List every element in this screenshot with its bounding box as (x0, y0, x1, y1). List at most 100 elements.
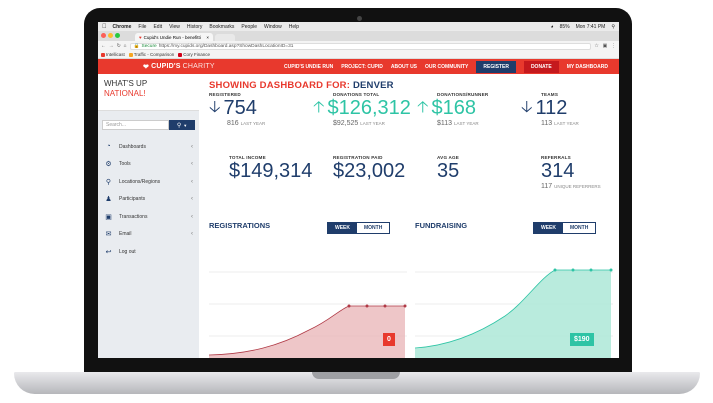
stat-prev: $113 (437, 120, 453, 127)
data-point (571, 268, 575, 272)
menu-help[interactable]: Help (289, 24, 299, 30)
stat-value: 112 (535, 97, 568, 119)
laptop-notch (312, 372, 400, 379)
envelope-icon: ✉ (105, 231, 112, 239)
nav-my-dashboard[interactable]: MY DASHBOARD (567, 64, 608, 70)
sidebar-item-label: Dashboards (119, 143, 146, 150)
address-bar[interactable]: 🔒 Secure https://my.cupids.org/Dashboard… (129, 42, 592, 50)
data-point (609, 268, 613, 272)
bookmark-cory-finance[interactable]: Cory Finance (178, 52, 210, 57)
menu-history[interactable]: History (187, 24, 203, 30)
chevron-left-icon: ‹ (191, 161, 193, 168)
sidebar-heading-line1: WHAT'S UP (104, 79, 148, 88)
sidebar-header: WHAT'S UP NATIONAL! (98, 74, 199, 111)
logo-light: CHARITY (182, 63, 215, 70)
zoom-window-icon[interactable] (115, 33, 120, 38)
apple-icon[interactable]:  (102, 24, 107, 30)
search-input[interactable]: Search... (102, 120, 169, 130)
browser-tab[interactable]: ♥ Cupid's Undie Run - benefitti × (135, 33, 213, 41)
home-icon[interactable]: ⌂ (124, 44, 127, 49)
nav-undie-run[interactable]: CUPID'S UNDIE RUN (284, 64, 333, 70)
stat-prev-label: LAST YEAR (240, 121, 266, 126)
battery-level[interactable]: 85% (560, 24, 570, 30)
reload-icon[interactable]: ↻ (117, 44, 121, 49)
menu-window[interactable]: Window (264, 24, 282, 30)
registrations-chart (209, 271, 407, 358)
nav-about-us[interactable]: ABOUT US (391, 64, 417, 70)
chevron-left-icon: ‹ (191, 196, 193, 203)
sidebar-heading-line2: NATIONAL! (104, 88, 146, 98)
data-point (347, 304, 351, 308)
sidebar-item-participants[interactable]: ♟ Participants ‹ (98, 191, 199, 209)
secure-label: Secure (141, 43, 157, 49)
sidebar-item-logout[interactable]: ↩ Log out (98, 243, 199, 261)
menu-file[interactable]: File (138, 24, 146, 30)
donate-button[interactable]: DONATE (523, 60, 559, 73)
register-button[interactable]: REGISTER (476, 60, 516, 73)
close-window-icon[interactable] (101, 33, 106, 38)
page-content: WHAT'S UP NATIONAL! Search... ⚲ ▼ ◔ Dash… (98, 74, 619, 358)
menu-edit[interactable]: Edit (153, 24, 162, 30)
registrations-badge: 0 (383, 333, 395, 346)
nav-project-cupid[interactable]: PROJECT: CUPID (341, 64, 383, 70)
month-button[interactable]: MONTH (563, 223, 596, 233)
bookmark-icon (101, 52, 105, 57)
referrers-count: 117 (541, 183, 553, 190)
search-button[interactable]: ⚲ ▼ (169, 120, 195, 130)
week-button[interactable]: WEEK (534, 223, 563, 233)
stat-prev: $92,525 (333, 120, 359, 127)
dashboard-main: SHOWING DASHBOARD FOR: DENVER REGISTERED… (199, 74, 619, 358)
sidebar-item-transactions[interactable]: ▣ Transactions ‹ (98, 208, 199, 226)
back-icon[interactable]: ← (101, 44, 106, 49)
menu-dots-icon[interactable]: ⋮ (611, 44, 616, 49)
logout-icon: ↩ (105, 248, 112, 256)
new-tab-button[interactable] (215, 34, 235, 41)
spotlight-icon[interactable]: ⚲ (611, 24, 615, 30)
bookmark-traffic[interactable]: Traffic - Comparison (128, 52, 174, 57)
month-button[interactable]: MONTH (357, 223, 390, 233)
chevron-left-icon: ‹ (191, 143, 193, 150)
registrations-area (209, 306, 405, 358)
stat-value: 314 (541, 160, 575, 182)
arrow-up-icon: 🡡 (313, 99, 325, 116)
stat-value: 754 (223, 97, 257, 119)
stat-prev: 113 (541, 120, 553, 127)
sidebar: WHAT'S UP NATIONAL! Search... ⚲ ▼ ◔ Dash… (98, 74, 199, 358)
sidebar-item-label: Locations/Regions (119, 178, 161, 185)
menu-app-name[interactable]: Chrome (113, 24, 132, 30)
stat-avg-age: AVG AGE 35 (437, 155, 459, 181)
menu-people[interactable]: People (241, 24, 257, 30)
sidebar-item-dashboards[interactable]: ◔ Dashboards ‹ (98, 138, 199, 156)
stat-prev-label: LAST YEAR (454, 121, 479, 126)
stat-value: 35 (437, 160, 460, 182)
favicon-icon: ♥ (139, 34, 142, 40)
stat-prev-label: LAST YEAR (554, 121, 579, 126)
menu-bookmarks[interactable]: Bookmarks (209, 24, 234, 30)
menu-view[interactable]: View (169, 24, 180, 30)
wifi-icon[interactable]: ◕ (551, 24, 554, 30)
close-tab-icon[interactable]: × (206, 35, 209, 40)
camera-dot (357, 16, 362, 21)
bookmark-label: Intellicast (106, 52, 125, 57)
url-text[interactable]: https://my.cupids.org/Dashboard.asp?Show… (159, 44, 294, 49)
minimize-window-icon[interactable] (108, 33, 113, 38)
bookmark-intellicast[interactable]: Intellicast (101, 52, 125, 57)
forward-icon[interactable]: → (109, 44, 114, 49)
nav-our-community[interactable]: OUR COMMUNITY (425, 64, 468, 70)
os-menubar:  Chrome File Edit View History Bookmark… (98, 22, 619, 31)
sidebar-item-email[interactable]: ✉ Email ‹ (98, 226, 199, 244)
showing-label: SHOWING DASHBOARD FOR: (209, 80, 351, 91)
chevron-down-icon: ▼ (183, 122, 188, 128)
site-logo[interactable]: ❤ CUPID'S CHARITY (143, 63, 215, 71)
stat-value: $149,314 (229, 160, 313, 182)
heart-logo-icon: ❤ (143, 63, 150, 71)
stat-total-income: TOTAL INCOME $149,314 (229, 155, 312, 181)
map-pin-icon: ⚲ (105, 178, 112, 186)
registrations-title: REGISTRATIONS (209, 221, 271, 230)
extension-icon[interactable]: ▣ (603, 44, 608, 49)
star-icon[interactable]: ☆ (594, 44, 598, 49)
week-button[interactable]: WEEK (328, 223, 357, 233)
sidebar-item-tools[interactable]: ⚙ Tools ‹ (98, 156, 199, 174)
clock[interactable]: Mon 7:41 PM (576, 24, 606, 30)
sidebar-item-locations[interactable]: ⚲ Locations/Regions ‹ (98, 173, 199, 191)
